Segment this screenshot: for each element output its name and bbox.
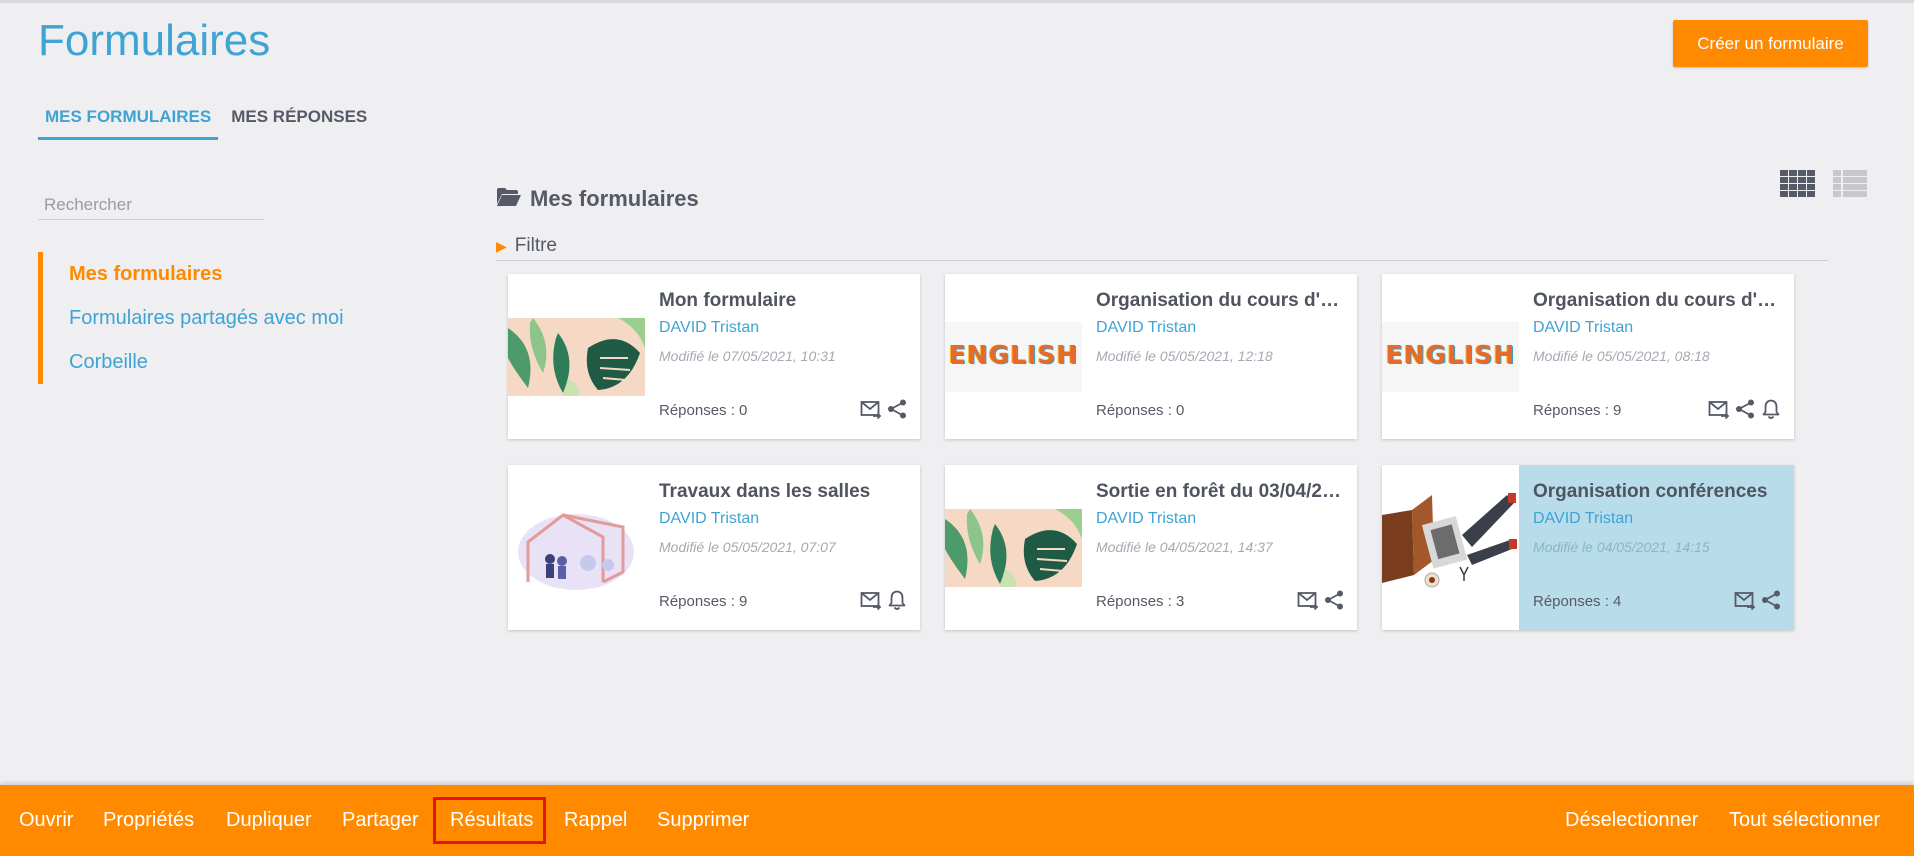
mail-forward-icon[interactable] — [1708, 398, 1730, 420]
form-title: Travaux dans les salles — [659, 481, 871, 502]
page-title: Formulaires — [38, 16, 271, 65]
form-modified-date: Modifié le 07/05/2021, 10:31 — [659, 348, 836, 364]
form-thumbnail — [508, 274, 645, 439]
bell-icon[interactable] — [886, 589, 908, 611]
form-title: Sortie en forêt du 03/04/2021 — [1096, 481, 1348, 502]
filter-toggle[interactable]: ▶ Filtre — [496, 232, 1828, 261]
list-view-icon[interactable] — [1833, 170, 1867, 203]
form-thumbnail — [508, 465, 645, 630]
mail-forward-icon[interactable] — [860, 398, 882, 420]
form-thumbnail: ENGLISH — [1382, 274, 1519, 439]
open-button[interactable]: Ouvrir — [19, 785, 73, 856]
form-author: DAVID Tristan — [1533, 319, 1634, 336]
form-card[interactable]: ENGLISH Organisation du cours d'anglais … — [1382, 274, 1794, 439]
form-card[interactable]: Mon formulaire DAVID Tristan Modifié le … — [508, 274, 920, 439]
form-title: Organisation du cours d'anglais — [1533, 290, 1785, 311]
form-card-selected[interactable]: Organisation conférences DAVID Tristan M… — [1382, 465, 1794, 630]
deselect-button[interactable]: Déselectionner — [1565, 785, 1698, 856]
tab-bar: MES FORMULAIRES MES RÉPONSES — [38, 100, 380, 140]
form-thumbnail — [945, 465, 1082, 630]
tab-mes-formulaires[interactable]: MES FORMULAIRES — [38, 100, 219, 140]
form-title: Organisation conférences — [1533, 481, 1768, 502]
form-author: DAVID Tristan — [1096, 510, 1197, 527]
caret-right-icon: ▶ — [496, 237, 507, 254]
sidebar-item-mes-formulaires[interactable]: Mes formulaires — [43, 252, 363, 296]
english-text-thumbnail: ENGLISH — [948, 340, 1079, 369]
mail-forward-icon[interactable] — [1734, 589, 1756, 611]
sidebar-item-partages[interactable]: Formulaires partagés avec moi — [43, 296, 363, 340]
share-icon[interactable] — [1734, 398, 1756, 420]
top-shadow — [0, 0, 1914, 3]
reminder-button[interactable]: Rappel — [564, 785, 627, 856]
form-author: DAVID Tristan — [1096, 319, 1197, 336]
form-title: Organisation du cours d'anglais — [1096, 290, 1348, 311]
form-card[interactable]: ENGLISH Organisation du cours d'anglais … — [945, 274, 1357, 439]
filter-label: Filtre — [514, 235, 558, 256]
share-icon[interactable] — [886, 398, 908, 420]
form-title: Mon formulaire — [659, 290, 797, 311]
bottom-action-bar: Ouvrir Propriétés Dupliquer Partager Rés… — [0, 785, 1914, 856]
results-button[interactable]: Résultats — [450, 785, 533, 856]
create-form-button[interactable]: Créer un formulaire — [1673, 20, 1868, 67]
english-text-thumbnail: ENGLISH — [1385, 340, 1516, 369]
form-modified-date: Modifié le 04/05/2021, 14:15 — [1533, 539, 1710, 555]
form-author: DAVID Tristan — [659, 510, 760, 527]
form-modified-date: Modifié le 04/05/2021, 14:37 — [1096, 539, 1273, 555]
form-responses-count: Réponses : 4 — [1533, 593, 1622, 610]
form-thumbnail: ENGLISH — [945, 274, 1082, 439]
sidebar-nav: Mes formulaires Formulaires partagés ave… — [38, 252, 363, 384]
select-all-button[interactable]: Tout sélectionner — [1729, 785, 1880, 856]
search-input[interactable] — [38, 190, 264, 220]
mail-forward-icon[interactable] — [860, 589, 882, 611]
mail-forward-icon[interactable] — [1297, 589, 1319, 611]
form-modified-date: Modifié le 05/05/2021, 08:18 — [1533, 348, 1710, 364]
form-modified-date: Modifié le 05/05/2021, 12:18 — [1096, 348, 1273, 364]
grid-view-icon[interactable] — [1780, 170, 1816, 203]
form-responses-count: Réponses : 9 — [1533, 402, 1622, 419]
form-responses-count: Réponses : 0 — [1096, 402, 1185, 419]
form-responses-count: Réponses : 9 — [659, 593, 748, 610]
share-icon[interactable] — [1323, 589, 1345, 611]
bell-icon[interactable] — [1760, 398, 1782, 420]
form-author: DAVID Tristan — [1533, 510, 1634, 527]
form-responses-count: Réponses : 3 — [1096, 593, 1185, 610]
delete-button[interactable]: Supprimer — [657, 785, 749, 856]
form-responses-count: Réponses : 0 — [659, 402, 748, 419]
properties-button[interactable]: Propriétés — [103, 785, 194, 856]
folder-open-icon — [496, 187, 522, 212]
form-thumbnail — [1382, 465, 1519, 630]
tab-mes-reponses[interactable]: MES RÉPONSES — [224, 100, 374, 137]
section-title: Mes formulaires — [530, 186, 699, 211]
duplicate-button[interactable]: Dupliquer — [226, 785, 312, 856]
form-modified-date: Modifié le 05/05/2021, 07:07 — [659, 539, 836, 555]
section-header: Mes formulaires — [496, 186, 699, 212]
share-icon[interactable] — [1760, 589, 1782, 611]
form-card[interactable]: Sortie en forêt du 03/04/2021 DAVID Tris… — [945, 465, 1357, 630]
form-author: DAVID Tristan — [659, 319, 760, 336]
sidebar-item-corbeille[interactable]: Corbeille — [43, 340, 363, 384]
share-button[interactable]: Partager — [342, 785, 419, 856]
form-card[interactable]: Travaux dans les salles DAVID Tristan Mo… — [508, 465, 920, 630]
